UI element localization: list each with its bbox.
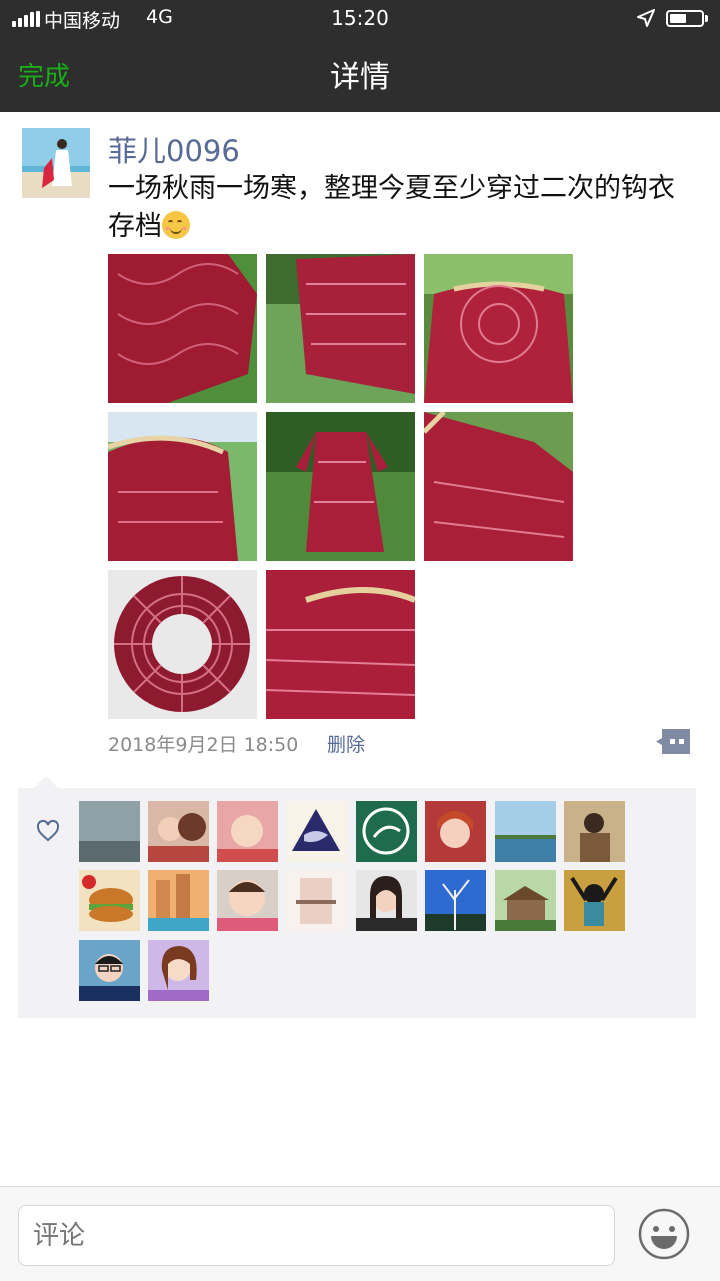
- liker-avatar[interactable]: [425, 801, 486, 862]
- page-title: 详情: [330, 60, 390, 95]
- status-bar: 中国移动 4G 15:20: [0, 0, 720, 36]
- liker-avatar[interactable]: [495, 870, 556, 931]
- liker-avatar[interactable]: [79, 801, 140, 862]
- liker-avatar[interactable]: [495, 801, 556, 862]
- liker-avatar[interactable]: [564, 870, 625, 931]
- location-arrow-icon: [637, 9, 655, 27]
- liker-avatar[interactable]: [79, 870, 140, 931]
- liker-avatar[interactable]: [356, 801, 417, 862]
- photo-thumbnail[interactable]: [108, 254, 257, 403]
- author-avatar[interactable]: [22, 128, 90, 198]
- post-text: 一场秋雨一场寒，整理今夏至少穿过二次的钩衣存档: [108, 170, 698, 246]
- comment-input[interactable]: [18, 1205, 615, 1266]
- heart-outline-icon: [36, 820, 60, 842]
- liker-avatar[interactable]: [79, 940, 140, 1001]
- liker-avatar[interactable]: [217, 870, 278, 931]
- nav-bar: 完成 详情: [0, 36, 720, 112]
- liker-avatar[interactable]: [217, 801, 278, 862]
- photo-thumbnail[interactable]: [424, 254, 573, 403]
- more-options-icon[interactable]: [656, 729, 690, 754]
- photo-thumbnail[interactable]: [266, 412, 415, 561]
- photo-grid: [108, 254, 578, 724]
- liker-avatar[interactable]: [425, 870, 486, 931]
- liker-avatar[interactable]: [286, 801, 347, 862]
- battery-tip: [705, 15, 708, 22]
- liker-avatar[interactable]: [148, 801, 209, 862]
- liker-avatar[interactable]: [286, 870, 347, 931]
- post-body-text: 一场秋雨一场寒，整理今夏至少穿过二次的钩衣存档: [108, 173, 675, 242]
- liker-avatar[interactable]: [564, 801, 625, 862]
- photo-thumbnail[interactable]: [266, 254, 415, 403]
- photo-thumbnail[interactable]: [108, 570, 257, 719]
- liker-avatar[interactable]: [148, 940, 209, 1001]
- battery-icon: [666, 10, 704, 27]
- emoji-face-icon[interactable]: [638, 1208, 690, 1260]
- author-name[interactable]: 菲儿0096: [108, 128, 240, 170]
- post-timestamp: 2018年9月2日 18:50: [108, 734, 299, 756]
- delete-button[interactable]: 删除: [327, 730, 365, 757]
- photo-thumbnail[interactable]: [108, 412, 257, 561]
- liker-avatar[interactable]: [148, 870, 209, 931]
- like-panel-pointer: [34, 776, 58, 788]
- smiling-face-icon: [162, 211, 190, 239]
- liker-avatar[interactable]: [356, 870, 417, 931]
- clock: 15:20: [331, 6, 389, 30]
- photo-thumbnail[interactable]: [266, 570, 415, 719]
- photo-thumbnail[interactable]: [424, 412, 573, 561]
